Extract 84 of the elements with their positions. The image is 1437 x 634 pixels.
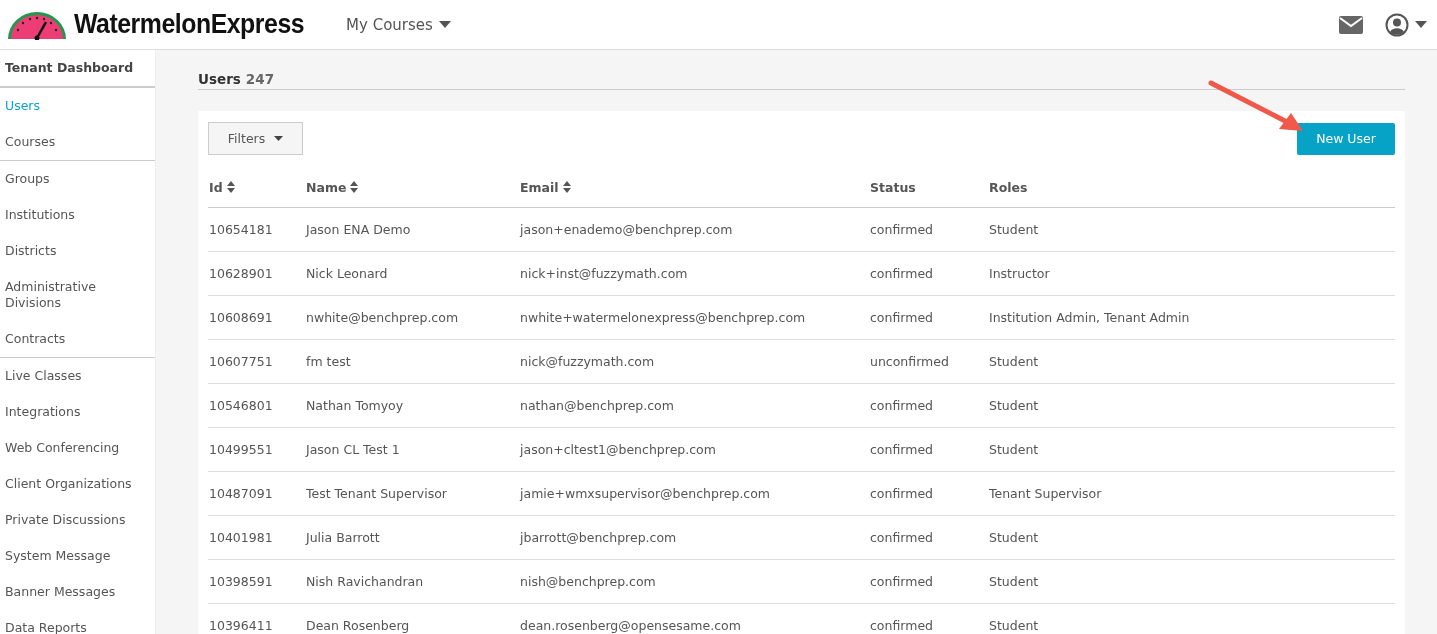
column-header: Status [869,167,988,208]
table-cell: nick@fuzzymath.com [519,339,869,384]
table-cell: Dean Rosenberg [305,603,519,634]
watermelon-gauge-logo-icon [6,9,68,40]
table-cell: confirmed [869,559,988,604]
table-cell: Student [988,603,1395,634]
table-cell: nwhite+watermelonexpress@benchprep.com [519,295,869,340]
table-cell: confirmed [869,383,988,428]
table-cell: 10608691 [208,295,305,340]
sidebar-item[interactable]: Private Discussions [0,502,155,538]
sidebar-item[interactable]: Districts [0,233,155,269]
filters-button[interactable]: Filters [208,122,303,155]
table-cell: Institution Admin, Tenant Admin [988,295,1395,340]
table-cell: Jason CL Test 1 [305,427,519,472]
table-cell: Instructor [988,251,1395,296]
sidebar-item[interactable]: Administrative Divisions [0,269,155,321]
table-cell: Julia Barrott [305,515,519,560]
sidebar-item[interactable]: Courses [0,124,155,160]
sort-icon [562,180,571,193]
sidebar-item[interactable]: Contracts [0,321,155,357]
column-header[interactable]: Name [305,167,519,208]
table-cell: Student [988,515,1395,560]
table-cell: Nick Leonard [305,251,519,296]
table-cell: confirmed [869,207,988,252]
table-cell: nwhite@benchprep.com [305,295,519,340]
user-count: 247 [245,71,275,87]
table-cell: confirmed [869,515,988,560]
table-cell: Student [988,427,1395,472]
table-cell: 10398591 [208,559,305,604]
sidebar-item[interactable]: Data Reports [0,610,155,634]
mail-icon[interactable] [1339,15,1363,34]
caret-icon [274,135,284,142]
table-cell: jamie+wmxsupervisor@benchprep.com [519,471,869,516]
sidebar-title: Tenant Dashboard [0,50,155,88]
table-cell: Tenant Supervisor [988,471,1395,516]
table-cell: confirmed [869,603,988,634]
table-cell: nick+inst@fuzzymath.com [519,251,869,296]
table-cell: nish@benchprep.com [519,559,869,604]
column-header[interactable]: Email [519,167,869,208]
page-title: Users [198,71,241,87]
user-avatar-icon[interactable] [1385,12,1409,37]
caret-icon[interactable] [1415,20,1427,29]
table-cell: jason+cltest1@benchprep.com [519,427,869,472]
table-cell: Student [988,559,1395,604]
my-courses-dropdown[interactable]: My Courses [346,15,451,34]
table-cell: jbarrott@benchprep.com [519,515,869,560]
table-cell: Nathan Tomyoy [305,383,519,428]
table-cell: confirmed [869,251,988,296]
table-cell: Student [988,383,1395,428]
table-cell: dean.rosenberg@opensesame.com [519,603,869,634]
table-cell: unconfirmed [869,339,988,384]
table-cell: 10499551 [208,427,305,472]
sidebar-item[interactable]: Integrations [0,394,155,430]
brand-name[interactable]: WatermelonExpress [74,9,305,40]
table-cell: fm test [305,339,519,384]
table-cell: 10546801 [208,383,305,428]
table-cell: Student [988,207,1395,252]
sidebar-item[interactable]: Client Organizations [0,466,155,502]
table-cell: 10628901 [208,251,305,296]
column-header[interactable]: Id [208,167,305,208]
table-cell: confirmed [869,295,988,340]
sidebar-item[interactable]: System Message [0,538,155,574]
column-header: Roles [988,167,1395,208]
table-cell: Jason ENA Demo [305,207,519,252]
table-cell: Student [988,339,1395,384]
table-cell: 10396411 [208,603,305,634]
sidebar-item[interactable]: Live Classes [0,358,155,394]
table-cell: confirmed [869,471,988,516]
sort-icon [226,180,235,193]
table-cell: 10401981 [208,515,305,560]
sidebar-item[interactable]: Groups [0,161,155,197]
table-cell: 10654181 [208,207,305,252]
sort-icon [350,180,359,193]
table-cell: jason+enademo@benchprep.com [519,207,869,252]
table-cell: 10607751 [208,339,305,384]
sidebar-item[interactable]: Institutions [0,197,155,233]
table-cell: confirmed [869,427,988,472]
table-cell: Nish Ravichandran [305,559,519,604]
caret-icon [438,20,451,29]
sidebar-item[interactable]: Banner Messages [0,574,155,610]
table-cell: 10487091 [208,471,305,516]
table-cell: nathan@benchprep.com [519,383,869,428]
table-cell: Test Tenant Supervisor [305,471,519,516]
sidebar-item[interactable]: Web Conferencing [0,430,155,466]
